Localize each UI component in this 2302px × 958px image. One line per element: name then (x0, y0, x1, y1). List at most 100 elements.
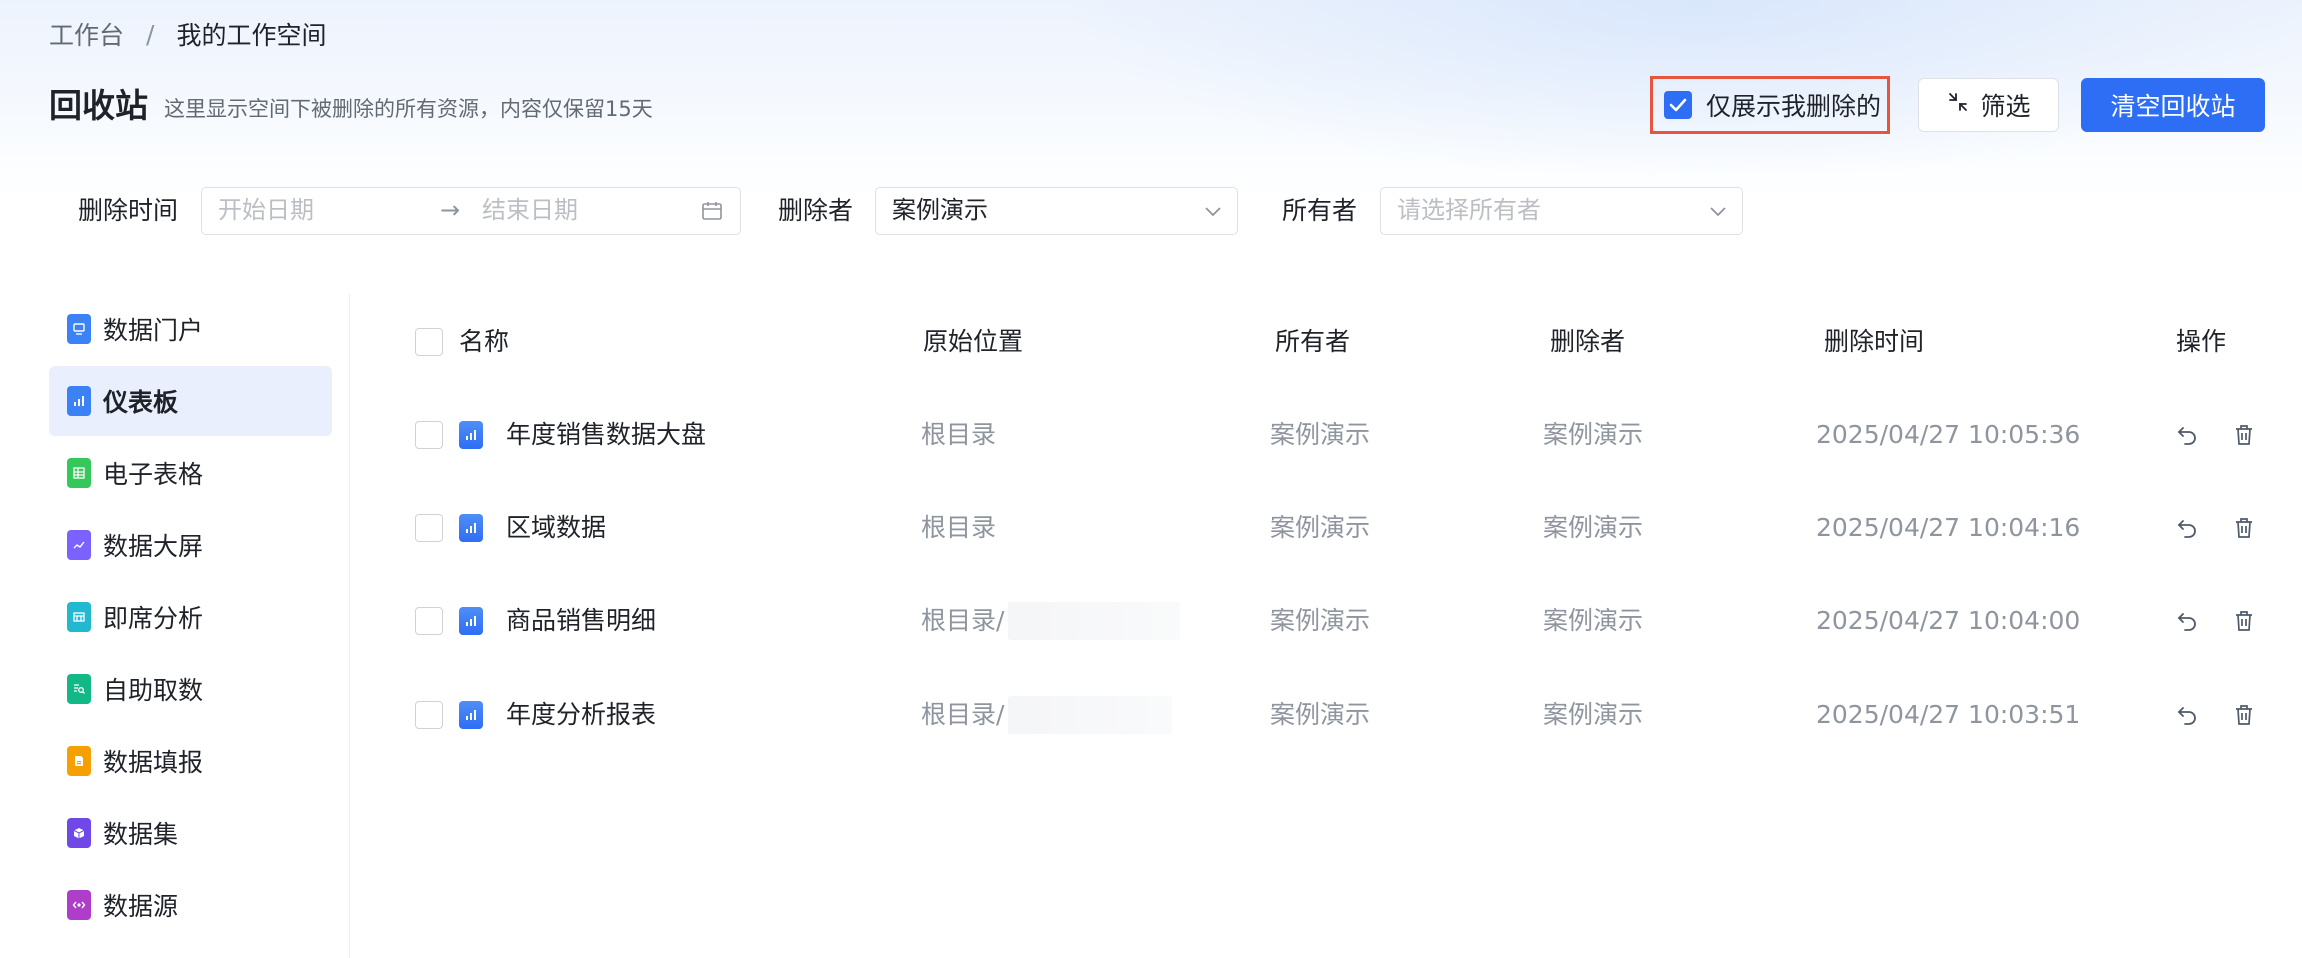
row-name[interactable]: 年度销售数据大盘 (506, 417, 706, 453)
row-owner: 案例演示 (1270, 420, 1371, 449)
row-owner: 案例演示 (1270, 513, 1371, 542)
row-delete-time: 2025/04/27 10:05:36 (1816, 420, 2081, 449)
sidebar-item-label: 数据门户 (103, 316, 204, 345)
chevron-down-icon (1708, 201, 1728, 225)
sidebar-item-label: 数据大屏 (103, 532, 204, 561)
dashboard-icon (459, 421, 483, 449)
page-description: 这里显示空间下被删除的所有资源，内容仅保留15天 (164, 97, 653, 121)
datasource-icon (67, 890, 91, 920)
sidebar-item-label: 自助取数 (103, 676, 204, 705)
sidebar-item-label: 仪表板 (103, 388, 179, 417)
sidebar-divider (349, 294, 350, 958)
sidebar-item-adhoc-analysis[interactable]: 即席分析 (49, 582, 332, 652)
sidebar-item-data-portal[interactable]: 数据门户 (49, 294, 332, 364)
dashboard-icon (459, 607, 483, 635)
delete-permanently-icon[interactable] (2230, 421, 2258, 449)
row-owner: 案例演示 (1270, 606, 1371, 635)
redacted-folder-name (1008, 602, 1180, 640)
sidebar-item-datasource[interactable]: 数据源 (49, 870, 332, 940)
breadcrumb: 工作台 / 我的工作空间 (49, 16, 326, 52)
sidebar-item-self-service[interactable]: 自助取数 (49, 654, 332, 724)
dashboard-icon (67, 386, 91, 416)
spreadsheet-icon (67, 458, 91, 488)
row-name[interactable]: 区域数据 (506, 510, 606, 546)
big-screen-icon (67, 530, 91, 560)
resource-type-sidebar: 数据门户 仪表板 电子表格 数据大屏 即席分析 自助取数 数据填报 数据集 数据… (49, 294, 332, 942)
owner-select[interactable]: 请选择所有者 (1380, 187, 1743, 235)
delete-time-label: 删除时间 (78, 196, 179, 225)
clear-recycle-bin-button[interactable]: 清空回收站 (2081, 78, 2265, 132)
self-service-icon (67, 674, 91, 704)
breadcrumb-workbench[interactable]: 工作台 (49, 16, 124, 52)
calendar-icon[interactable] (700, 199, 724, 227)
row-name[interactable]: 年度分析报表 (506, 697, 656, 733)
row-checkbox[interactable] (415, 421, 443, 449)
data-entry-icon (67, 746, 91, 776)
restore-icon[interactable] (2173, 421, 2201, 449)
column-header-owner: 所有者 (1275, 327, 1351, 356)
row-location: 根目录 (921, 420, 997, 449)
restore-icon[interactable] (2173, 701, 2201, 729)
row-checkbox[interactable] (415, 607, 443, 635)
row-deleter: 案例演示 (1543, 606, 1644, 635)
row-checkbox[interactable] (415, 514, 443, 542)
chevron-down-icon (1203, 201, 1223, 225)
filter-icon (1946, 90, 1970, 120)
row-delete-time: 2025/04/27 10:03:51 (1816, 700, 2081, 729)
sidebar-item-label: 数据集 (103, 820, 179, 849)
column-header-name: 名称 (459, 327, 510, 356)
restore-icon[interactable] (2173, 607, 2201, 635)
column-header-deleter: 删除者 (1550, 327, 1626, 356)
row-location: 根目录/ (921, 700, 1005, 729)
filter-button-label: 筛选 (1980, 92, 2031, 121)
delete-permanently-icon[interactable] (2230, 514, 2258, 542)
deleter-label: 删除者 (778, 196, 854, 225)
sidebar-item-big-screen[interactable]: 数据大屏 (49, 510, 332, 580)
row-deleter: 案例演示 (1543, 700, 1644, 729)
sidebar-item-dataset[interactable]: 数据集 (49, 798, 332, 868)
owner-select-placeholder: 请选择所有者 (1397, 196, 1541, 224)
breadcrumb-current: 我的工作空间 (176, 21, 327, 50)
only-mine-label: 仅展示我删除的 (1706, 92, 1882, 121)
owner-label: 所有者 (1282, 196, 1358, 225)
filter-button[interactable]: 筛选 (1918, 78, 2059, 132)
row-name[interactable]: 商品销售明细 (506, 603, 656, 639)
column-header-delete-time: 删除时间 (1824, 327, 1925, 356)
restore-icon[interactable] (2173, 514, 2201, 542)
delete-time-range-picker[interactable]: 开始日期 → 结束日期 (201, 187, 741, 235)
sidebar-item-label: 数据填报 (103, 748, 204, 777)
dataset-icon (67, 818, 91, 848)
select-all-checkbox[interactable] (415, 328, 443, 356)
sidebar-item-data-entry[interactable]: 数据填报 (49, 726, 332, 796)
delete-permanently-icon[interactable] (2230, 701, 2258, 729)
row-checkbox[interactable] (415, 701, 443, 729)
range-arrow-icon: → (440, 196, 461, 224)
row-owner: 案例演示 (1270, 700, 1371, 729)
start-date-input[interactable]: 开始日期 (218, 188, 314, 233)
column-header-location: 原始位置 (923, 327, 1024, 356)
sidebar-item-spreadsheet[interactable]: 电子表格 (49, 438, 332, 508)
row-deleter: 案例演示 (1543, 513, 1644, 542)
row-deleter: 案例演示 (1543, 420, 1644, 449)
row-location: 根目录/ (921, 606, 1005, 635)
sidebar-item-label: 即席分析 (103, 604, 204, 633)
sidebar-item-label: 数据源 (103, 892, 179, 921)
recycle-bin-page: 工作台 / 我的工作空间 回收站 这里显示空间下被删除的所有资源，内容仅保留15… (0, 0, 2302, 958)
delete-permanently-icon[interactable] (2230, 607, 2258, 635)
dashboard-icon (459, 514, 483, 542)
adhoc-analysis-icon (67, 602, 91, 632)
row-delete-time: 2025/04/27 10:04:16 (1816, 513, 2081, 542)
portal-icon (67, 314, 91, 344)
row-location: 根目录 (921, 513, 997, 542)
column-header-actions: 操作 (2176, 327, 2227, 356)
dashboard-icon (459, 701, 483, 729)
only-mine-checkbox[interactable]: 仅展示我删除的 (1650, 76, 1890, 134)
sidebar-item-dashboard[interactable]: 仪表板 (49, 366, 332, 436)
row-delete-time: 2025/04/27 10:04:00 (1816, 606, 2081, 635)
deleter-select[interactable]: 案例演示 (875, 187, 1238, 235)
deleter-select-value: 案例演示 (892, 196, 988, 224)
end-date-input[interactable]: 结束日期 (482, 188, 578, 233)
page-title: 回收站 (49, 86, 148, 125)
checkbox-checked-icon[interactable] (1664, 91, 1692, 119)
redacted-folder-name (1008, 696, 1172, 734)
